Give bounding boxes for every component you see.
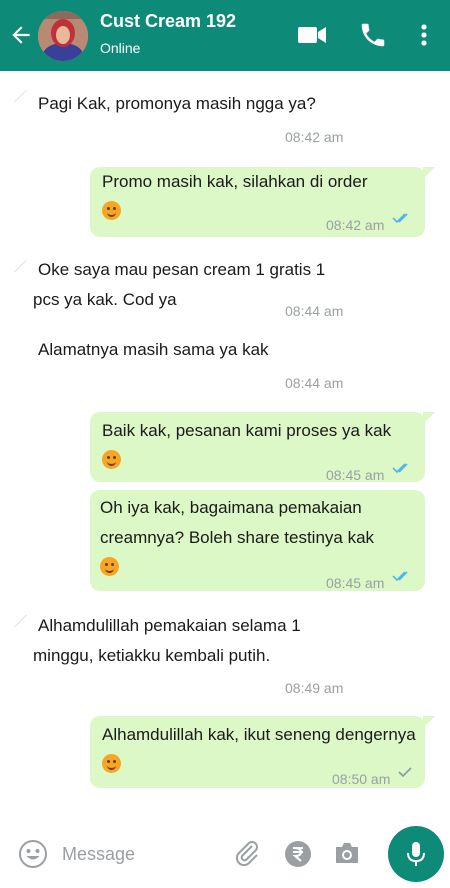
outgoing-tail — [423, 716, 435, 728]
message-time: 08:45 am — [326, 575, 385, 591]
camera-icon[interactable] — [333, 841, 361, 865]
emoji-icon[interactable] — [18, 839, 48, 869]
message-time: 08:50 am — [332, 771, 391, 787]
voice-call-icon[interactable] — [358, 20, 388, 50]
message-text: Baik kak, pesanan kami proses ya kak — [102, 421, 392, 440]
message-outgoing[interactable]: Baik kak, pesanan kami proses ya kak 08:… — [90, 412, 425, 483]
contact-avatar[interactable] — [38, 11, 88, 61]
message-text: Promo masih kak, silahkan di order — [102, 172, 368, 191]
message-text: Pagi Kak, promonya masih ngga ya? — [38, 94, 316, 113]
smiling-face-emoji-icon — [100, 557, 119, 576]
contact-name[interactable]: Cust Cream 192 — [100, 11, 236, 32]
message-text: Alhamdulillah kak, ikut seneng dengernya — [102, 725, 416, 744]
message-outgoing[interactable]: Promo masih kak, silahkan di order 08:42… — [90, 167, 425, 237]
message-incoming[interactable]: Alhamdulillah pemakaian selama 1 minggu,… — [33, 611, 343, 671]
message-time: 08:42 am — [326, 217, 385, 233]
read-double-check-icon — [392, 213, 408, 224]
message-input[interactable]: Message — [62, 844, 135, 865]
smiling-face-emoji-icon — [102, 450, 121, 469]
message-list[interactable]: Pagi Kak, promonya masih ngga ya? 08:42 … — [0, 71, 450, 818]
outgoing-tail — [423, 412, 435, 424]
read-double-check-icon — [392, 571, 408, 582]
message-text: Oh iya kak, bagaimana pemakaian creamnya… — [100, 498, 375, 547]
message-time: 08:42 am — [285, 129, 344, 145]
message-outgoing[interactable]: Oh iya kak, bagaimana pemakaian creamnya… — [90, 490, 425, 591]
message-time: 08:49 am — [285, 680, 344, 696]
video-call-icon[interactable] — [296, 22, 328, 48]
delivered-check-icon — [398, 767, 412, 778]
mic-button[interactable] — [388, 826, 444, 882]
attach-icon[interactable] — [232, 838, 262, 868]
message-text: Alhamdulillah pemakaian selama 1 minggu,… — [33, 616, 301, 665]
message-time: 08:44 am — [285, 375, 344, 391]
message-outgoing[interactable]: Alhamdulillah kak, ikut seneng dengernya… — [90, 716, 425, 788]
smiling-face-emoji-icon — [102, 754, 121, 773]
message-incoming[interactable]: Pagi Kak, promonya masih ngga ya? — [38, 89, 358, 119]
message-incoming[interactable]: Alamatnya masih sama ya kak — [38, 335, 358, 365]
message-text: Alamatnya masih sama ya kak — [38, 340, 269, 359]
back-arrow-icon[interactable] — [8, 22, 34, 48]
mic-icon — [407, 842, 425, 866]
message-input-bar: Message — [0, 818, 450, 888]
read-double-check-icon — [392, 463, 408, 474]
contact-status: Online — [100, 40, 141, 56]
outgoing-tail — [423, 167, 435, 179]
smiling-face-emoji-icon — [102, 201, 121, 220]
chat-header: Cust Cream 192 Online — [0, 0, 450, 71]
rupee-payment-icon[interactable] — [284, 840, 312, 868]
message-text: Oke saya mau pesan cream 1 gratis 1 pcs … — [33, 260, 326, 309]
incoming-tail — [14, 90, 39, 102]
message-time: 08:44 am — [285, 303, 344, 319]
more-options-icon[interactable] — [409, 20, 439, 50]
message-time: 08:45 am — [326, 467, 385, 483]
